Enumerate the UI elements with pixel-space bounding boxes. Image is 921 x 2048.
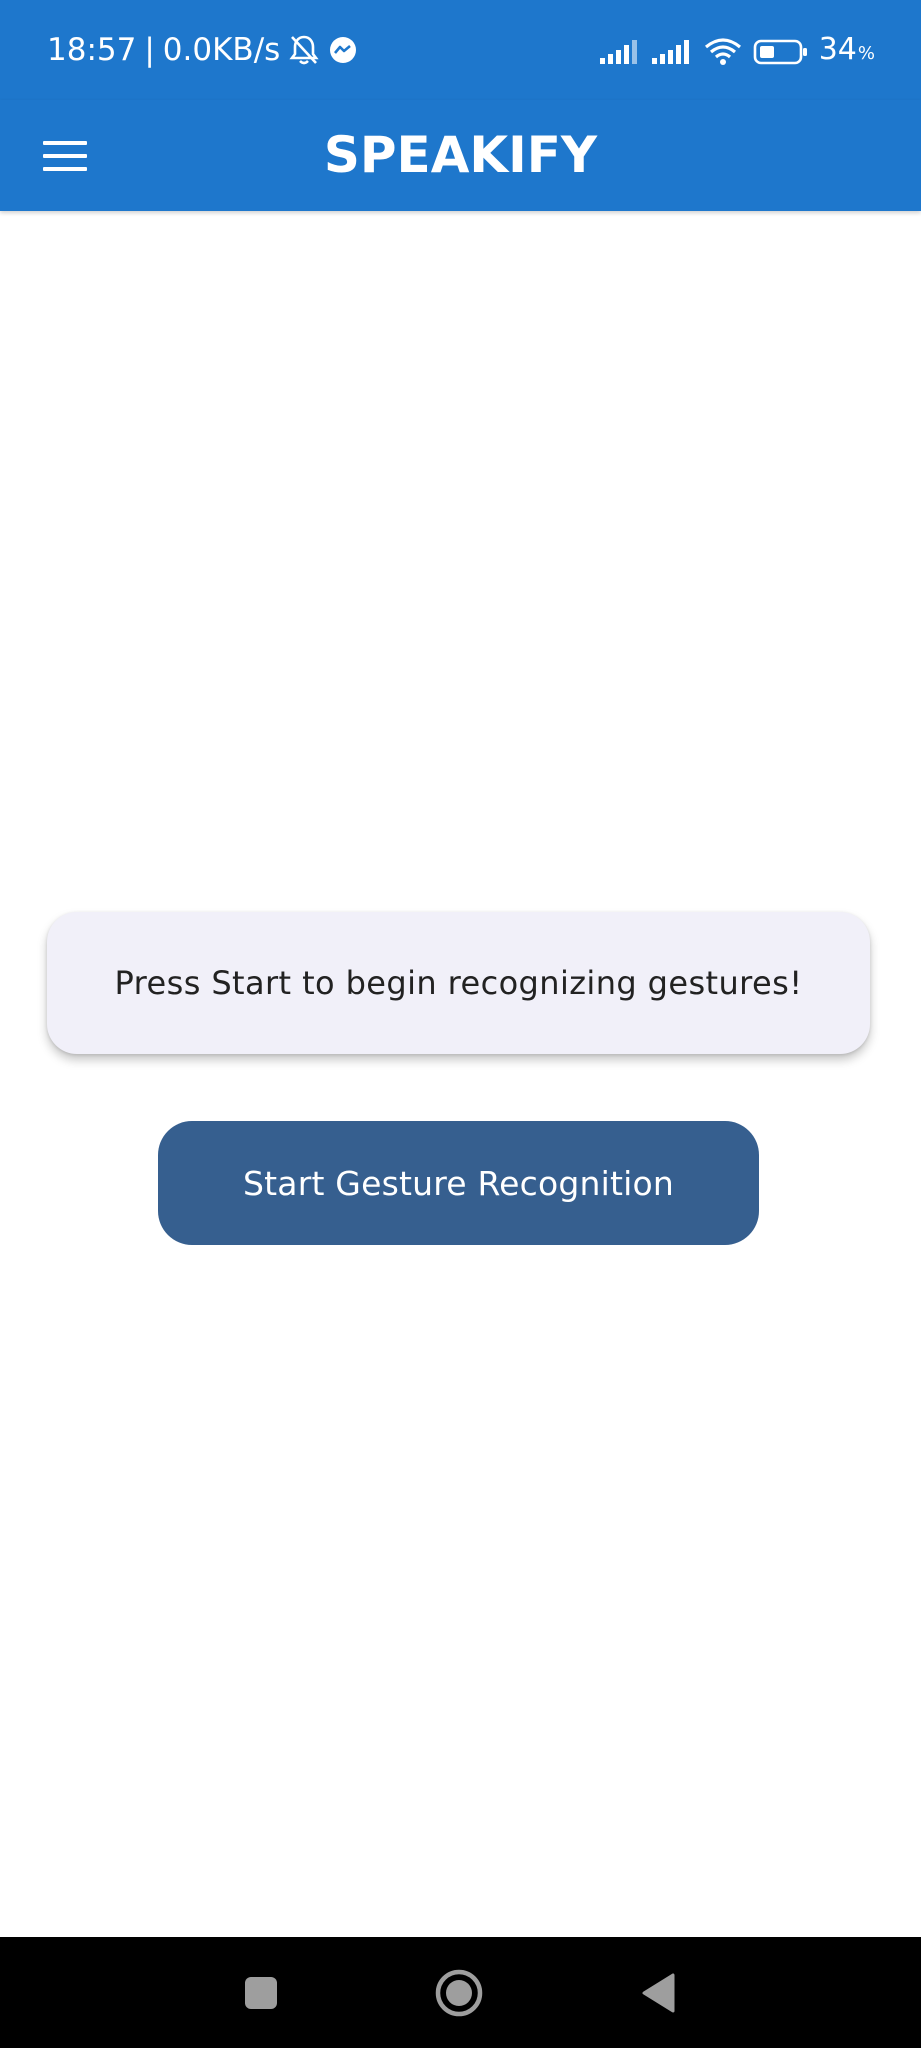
battery-level-value: 34 — [818, 32, 857, 67]
bell-off-icon — [288, 33, 320, 67]
status-bar: 18:57 | 0.0KB/s 34% — [0, 0, 921, 100]
messenger-icon — [328, 35, 358, 65]
status-net-speed: 0.0KB/s — [162, 32, 281, 68]
gesture-message-card: Press Start to begin recognizing gesture… — [47, 912, 870, 1054]
app-bar: SPEAKIFY — [0, 100, 921, 211]
start-gesture-recognition-button[interactable]: Start Gesture Recognition — [158, 1121, 759, 1245]
gesture-message-text: Press Start to begin recognizing gesture… — [114, 964, 803, 1002]
recents-square-icon — [244, 1976, 278, 2010]
menu-button[interactable] — [32, 126, 98, 186]
battery-level-unit: % — [857, 43, 875, 64]
status-separator: | — [144, 32, 155, 68]
hamburger-menu-icon — [43, 139, 87, 173]
back-triangle-icon — [640, 1972, 676, 2014]
recents-button[interactable] — [211, 1937, 311, 2048]
wifi-icon — [703, 37, 743, 67]
back-button[interactable] — [608, 1937, 708, 2048]
status-time: 18:57 — [47, 32, 137, 68]
battery-icon — [753, 38, 809, 66]
status-right: 34% — [599, 30, 875, 74]
battery-level: 34% — [819, 30, 875, 74]
start-button-label: Start Gesture Recognition — [243, 1163, 674, 1203]
app-title: SPEAKIFY — [323, 126, 598, 184]
signal-icon — [651, 38, 693, 66]
home-circle-icon — [434, 1968, 484, 2018]
status-left: 18:57 | 0.0KB/s — [47, 28, 358, 72]
signal-icon — [599, 38, 641, 66]
navigation-bar — [0, 1937, 921, 2048]
home-button[interactable] — [409, 1937, 509, 2048]
